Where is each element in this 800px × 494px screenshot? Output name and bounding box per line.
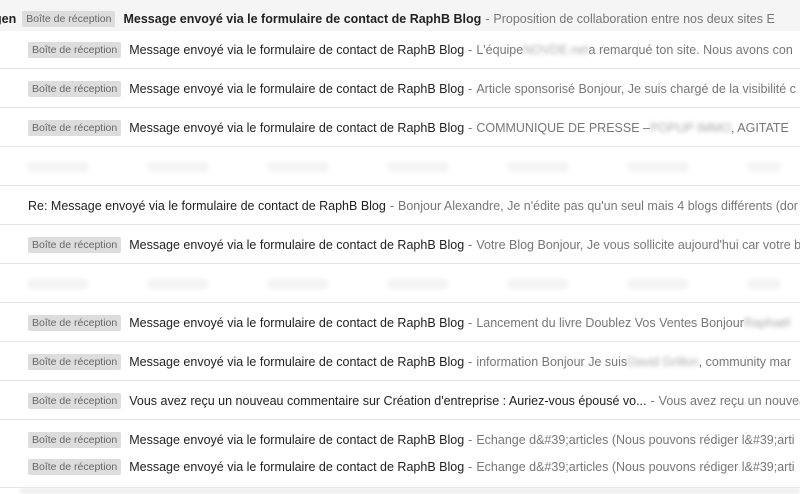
email-row[interactable]: Boîte de réception Message envoyé via le… bbox=[0, 70, 800, 108]
email-subject: Message envoyé via le formulaire de cont… bbox=[123, 12, 482, 26]
inbox-label[interactable]: Boîte de réception bbox=[28, 42, 122, 58]
separator: - bbox=[468, 238, 473, 252]
email-row[interactable]: Boîte de réception Message envoyé via le… bbox=[0, 31, 800, 69]
email-row[interactable]: Re: Message envoyé via le formulaire de … bbox=[0, 187, 800, 225]
email-snippet: Article sponsorisé Bonjour, Je suis char… bbox=[476, 82, 796, 96]
inbox-label[interactable]: Boîte de réception bbox=[28, 354, 122, 370]
separator: - bbox=[468, 121, 473, 135]
inbox-label[interactable]: Boîte de réception bbox=[28, 120, 122, 136]
separator: - bbox=[650, 394, 655, 408]
next-row-partial bbox=[20, 488, 800, 494]
redacted-bar bbox=[28, 279, 780, 289]
email-row[interactable]: Boîte de réception Message envoyé via le… bbox=[0, 304, 800, 342]
inbox-label[interactable]: Boîte de réception bbox=[28, 459, 122, 475]
separator: - bbox=[468, 43, 473, 57]
email-snippet: Votre Blog Bonjour, Je vous sollicite au… bbox=[476, 238, 800, 252]
email-snippet: L'équipe bbox=[476, 43, 524, 57]
email-subject: Re: Message envoyé via le formulaire de … bbox=[28, 199, 386, 213]
inbox-label[interactable]: Boîte de réception bbox=[28, 81, 122, 97]
email-snippet: Lancement du livre Doublez Vos Ventes Bo… bbox=[476, 316, 744, 330]
email-subject: Message envoyé via le formulaire de cont… bbox=[129, 316, 465, 330]
email-row[interactable]: Boîte de réception Message envoyé via le… bbox=[0, 343, 800, 381]
email-snippet: information Bonjour Je suis bbox=[476, 355, 628, 369]
email-snippet-continued: , AGITATE bbox=[731, 121, 789, 135]
email-snippet: Vous avez reçu un nouveau bbox=[658, 394, 800, 408]
blurred-name: POPUP IMMO bbox=[649, 121, 731, 135]
inbox-label[interactable]: Boîte de réception bbox=[22, 11, 116, 27]
email-snippet: Proposition de collaboration entre nos d… bbox=[493, 12, 775, 26]
blurred-name: NOVDE.net bbox=[523, 43, 589, 57]
email-snippet-continued: a remarqué ton site. Nous avons con bbox=[588, 43, 793, 57]
inbox-label[interactable]: Boîte de réception bbox=[28, 393, 122, 409]
blurred-name: Raphaël bbox=[743, 316, 791, 330]
inbox-label[interactable]: Boîte de réception bbox=[28, 432, 122, 448]
email-subject: Message envoyé via le formulaire de cont… bbox=[129, 121, 465, 135]
email-snippet: COMMUNIQUE DE PRESSE – bbox=[476, 121, 650, 135]
email-snippet: Echange d&#39;articles (Nous pouvons réd… bbox=[476, 433, 795, 447]
inbox-label[interactable]: Boîte de réception bbox=[28, 237, 122, 253]
separator: - bbox=[485, 12, 490, 26]
email-subject: Message envoyé via le formulaire de cont… bbox=[129, 82, 465, 96]
blurred-name: David Grillon bbox=[627, 355, 699, 369]
separator: - bbox=[468, 433, 473, 447]
email-subject: Message envoyé via le formulaire de cont… bbox=[129, 43, 465, 57]
email-subject: Message envoyé via le formulaire de cont… bbox=[129, 433, 465, 447]
email-row-redacted[interactable] bbox=[0, 148, 800, 186]
email-subject: Message envoyé via le formulaire de cont… bbox=[129, 460, 465, 474]
sender-name: gen bbox=[0, 12, 17, 26]
email-row[interactable]: Boîte de réception Message envoyé via le… bbox=[0, 109, 800, 147]
separator: - bbox=[468, 82, 473, 96]
separator: - bbox=[468, 355, 473, 369]
email-subject: Message envoyé via le formulaire de cont… bbox=[129, 355, 465, 369]
email-snippet-continued: , community mar bbox=[698, 355, 792, 369]
email-snippet: Bonjour Alexandre, Je n'édite pas qu'un … bbox=[398, 199, 798, 213]
separator: - bbox=[468, 460, 473, 474]
email-row[interactable]: Boîte de réception Message envoyé via le… bbox=[0, 226, 800, 264]
inbox-label[interactable]: Boîte de réception bbox=[28, 315, 122, 331]
email-subject: Message envoyé via le formulaire de cont… bbox=[129, 238, 465, 252]
email-row[interactable]: Boîte de réception Vous avez reçu un nou… bbox=[0, 382, 800, 420]
email-snippet: Echange d&#39;articles (Nous pouvons réd… bbox=[476, 460, 795, 474]
redacted-bar bbox=[28, 162, 780, 172]
email-row[interactable]: Boîte de réception Message envoyé via le… bbox=[0, 448, 800, 488]
email-subject: Vous avez reçu un nouveau commentaire su… bbox=[129, 394, 647, 408]
separator: - bbox=[389, 199, 395, 213]
email-row-redacted[interactable] bbox=[0, 265, 800, 303]
separator: - bbox=[468, 316, 473, 330]
email-list: gen Boîte de réception Message envoyé vi… bbox=[0, 0, 800, 494]
